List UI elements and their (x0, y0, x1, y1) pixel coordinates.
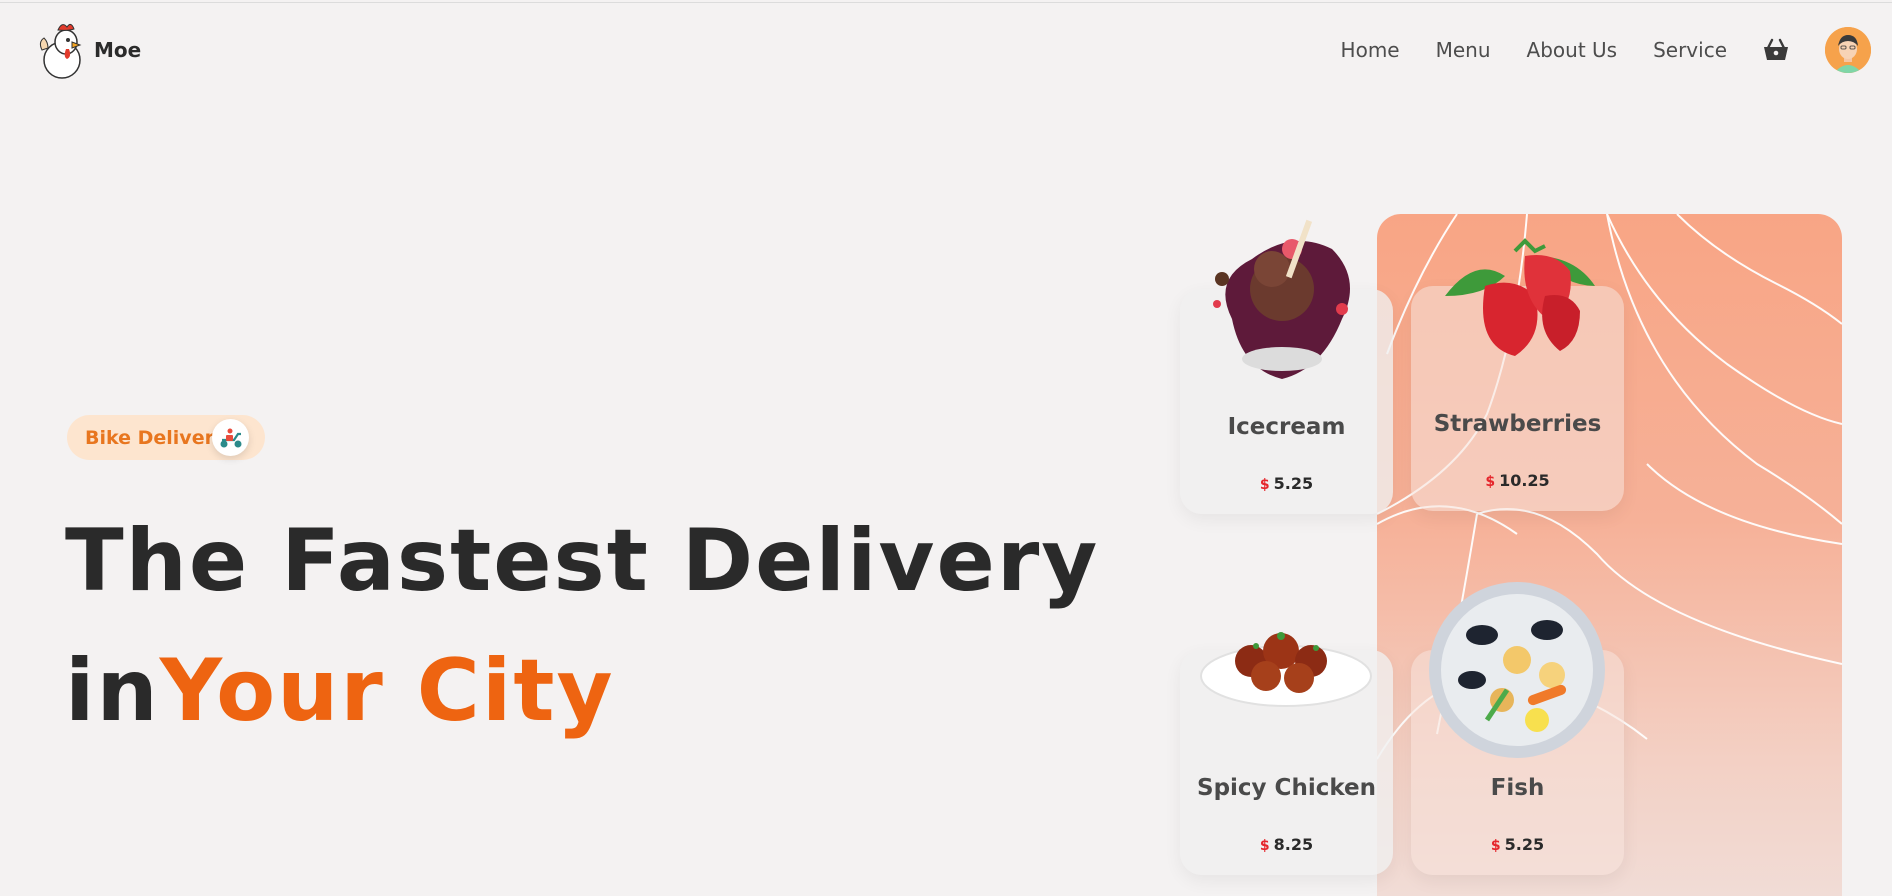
chicken-logo-icon (39, 23, 82, 79)
nav-about-us[interactable]: About Us (1527, 38, 1618, 62)
card-price-strawberries: $10.25 (1411, 471, 1624, 490)
currency-symbol: $ (1490, 838, 1501, 854)
nav-service[interactable]: Service (1653, 38, 1727, 62)
headline-line2-accent: Your City (159, 641, 615, 741)
header: Moe Home Menu About Us Service (0, 0, 1892, 100)
card-name-spicy-chicken: Spicy Chicken (1197, 775, 1376, 801)
icecream-image (1213, 219, 1350, 379)
nav-home[interactable]: Home (1341, 38, 1400, 62)
headline-line1: The Fastest Delivery (65, 511, 1100, 611)
card-price-spicy-chicken: $8.25 (1180, 835, 1393, 854)
card-price-icecream: $5.25 (1180, 474, 1393, 493)
price-value: 8.25 (1273, 835, 1314, 854)
menu-card-strawberries[interactable]: Strawberries $10.25 (1411, 238, 1624, 511)
currency-symbol: $ (1259, 838, 1270, 854)
menu-card-spicy-chicken[interactable]: Spicy Chicken $8.25 (1180, 632, 1393, 875)
badge-label: Bike Delivery (85, 426, 227, 449)
card-name-fish: Fish (1490, 775, 1545, 801)
basket-icon[interactable] (1763, 38, 1789, 62)
scooter-icon (212, 419, 249, 456)
main-nav: Home Menu About Us Service (1341, 38, 1727, 62)
user-avatar-icon (1825, 27, 1871, 73)
price-value: 10.25 (1499, 471, 1550, 490)
currency-symbol: $ (1259, 477, 1270, 493)
hero-headline: The Fastest Delivery inYour City (65, 496, 1099, 756)
card-price-fish: $5.25 (1411, 835, 1624, 854)
menu-card-fish[interactable]: Fish $5.25 (1411, 582, 1624, 875)
bike-delivery-badge[interactable]: Bike Delivery (67, 415, 265, 460)
menu-card-icecream[interactable]: Icecream $5.25 (1180, 219, 1393, 514)
spicy-chicken-image (1200, 632, 1372, 707)
price-value: 5.25 (1273, 474, 1314, 493)
card-name-icecream: Icecream (1227, 414, 1346, 440)
currency-symbol: $ (1485, 474, 1496, 490)
card-name-strawberries: Strawberries (1433, 411, 1602, 437)
fish-platter-image (1429, 582, 1605, 758)
headline-line2-plain: in (65, 641, 160, 741)
brand-name: Moe (94, 38, 142, 62)
nav-menu[interactable]: Menu (1436, 38, 1491, 62)
user-avatar[interactable] (1825, 27, 1871, 73)
brand-logo[interactable]: Moe (36, 20, 141, 80)
strawberries-image (1445, 238, 1595, 356)
price-value: 5.25 (1504, 835, 1545, 854)
